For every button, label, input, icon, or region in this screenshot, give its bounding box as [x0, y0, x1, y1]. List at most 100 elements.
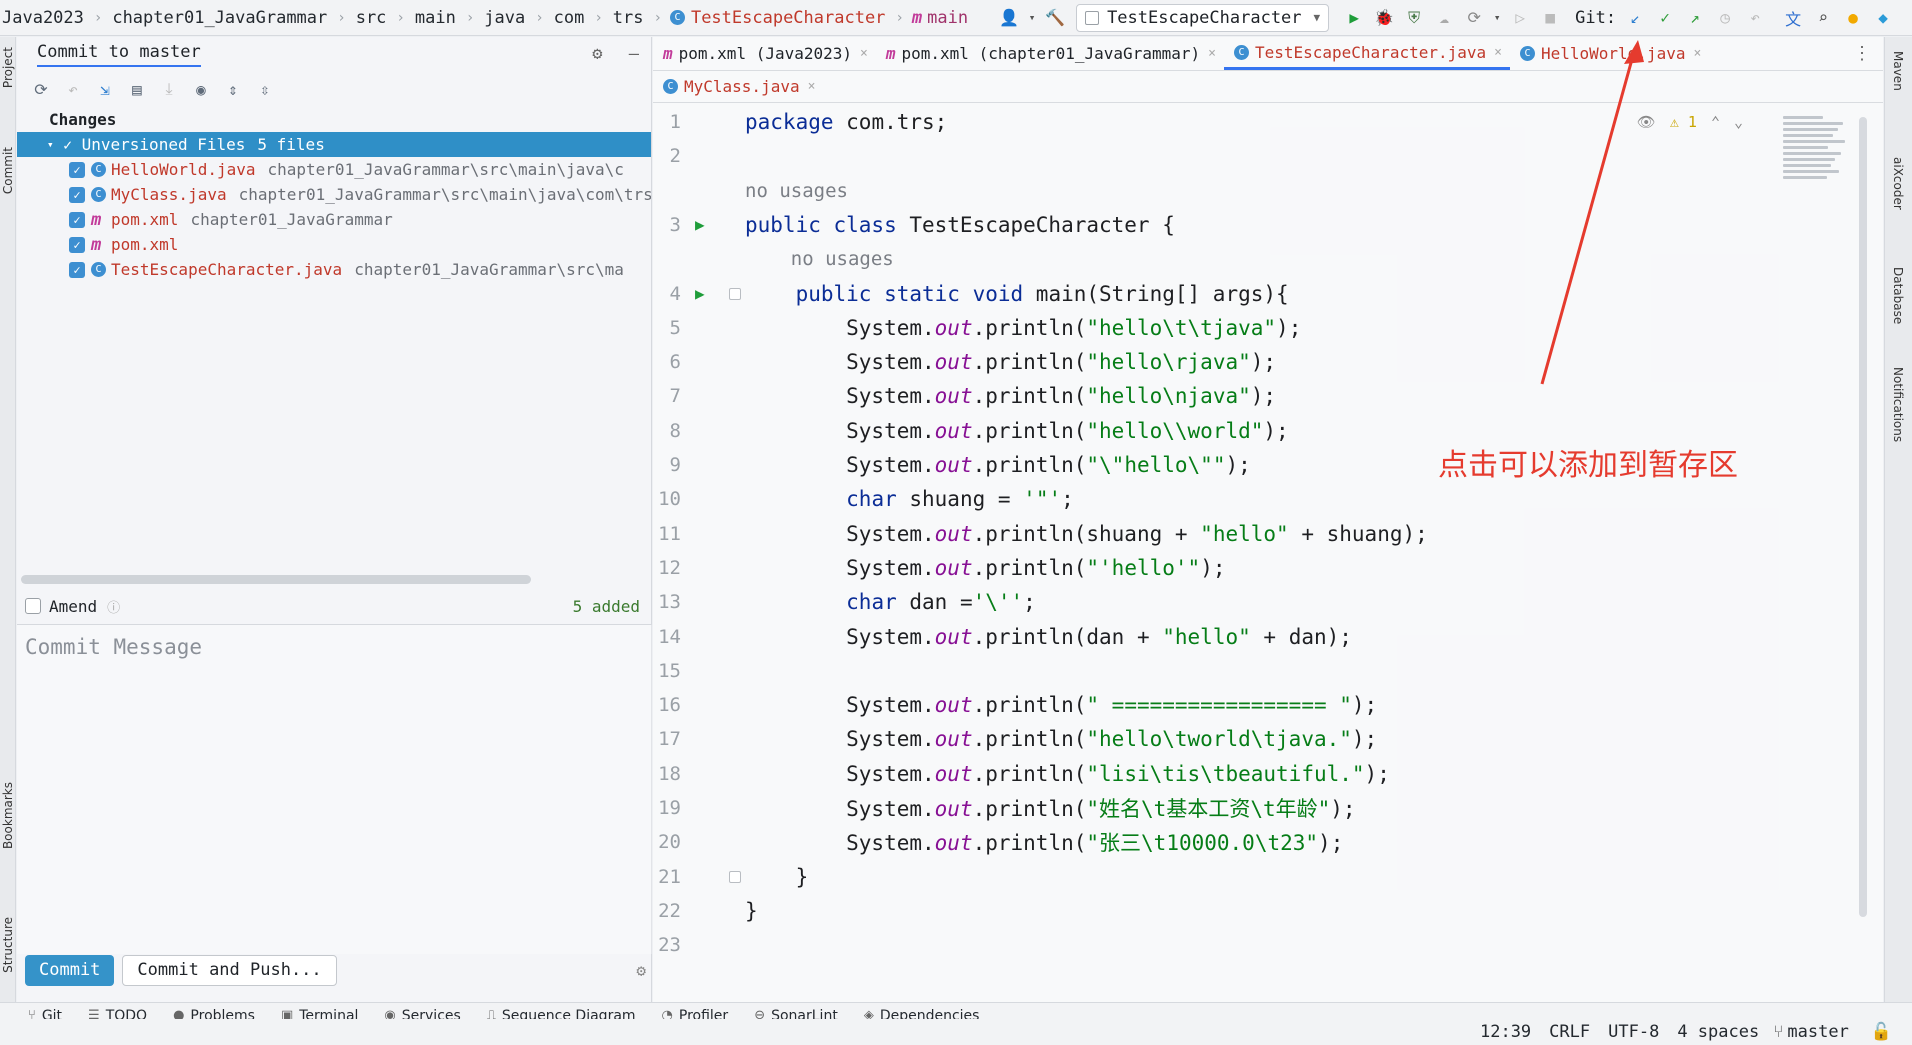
close-icon[interactable]: × — [860, 46, 868, 61]
group-checkbox[interactable]: ✓ — [60, 137, 76, 153]
fold-marker-icon[interactable] — [729, 870, 741, 883]
notifications-tool-button[interactable]: Notifications — [1891, 367, 1905, 442]
code-line[interactable]: 10 char shuang = '"'; — [653, 482, 1753, 516]
line-number[interactable]: 5 — [653, 317, 681, 339]
line-number[interactable]: 8 — [653, 420, 681, 442]
line-number[interactable]: 1 — [653, 111, 681, 133]
git-branch[interactable]: master — [1787, 1022, 1848, 1042]
amend-checkbox[interactable] — [25, 598, 41, 614]
tab-pom-chapter01[interactable]: m pom.xml (chapter01_JavaGrammar) × — [876, 37, 1224, 70]
git-update-icon[interactable]: ↙ — [1622, 5, 1648, 31]
line-number[interactable]: 23 — [653, 934, 681, 956]
debug-icon[interactable]: 🐞 — [1371, 5, 1397, 31]
build-hammer-icon[interactable]: 🔨 — [1042, 5, 1068, 31]
code-line[interactable]: 11 System.out.println(shuang + "hello" +… — [653, 517, 1753, 551]
project-tool-button[interactable]: Project — [1, 47, 15, 88]
git-push-icon[interactable]: ↗ — [1682, 5, 1708, 31]
line-number[interactable]: 20 — [653, 831, 681, 853]
unversioned-files-group[interactable]: ▾ ✓ Unversioned Files 5 files — [17, 132, 651, 157]
run-icon[interactable]: ▶ — [1341, 5, 1367, 31]
code-line[interactable]: 22} — [653, 894, 1753, 928]
more-tabs-icon[interactable]: ⋮ — [1853, 43, 1883, 64]
code-line[interactable]: 14 System.out.println(dan + "hello" + da… — [653, 620, 1753, 654]
line-number[interactable]: 16 — [653, 694, 681, 716]
breadcrumb-main[interactable]: main — [413, 8, 458, 28]
line-number[interactable]: 2 — [653, 145, 681, 167]
file-checkbox[interactable]: ✓ — [69, 261, 85, 278]
line-number[interactable]: 9 — [653, 454, 681, 476]
line-number[interactable]: 13 — [653, 591, 681, 613]
history-icon[interactable]: ◷ — [1712, 5, 1738, 31]
chevron-down-icon[interactable]: ▾ — [1026, 5, 1038, 31]
commit-tool-button[interactable]: Commit — [1, 147, 15, 194]
breadcrumb-method[interactable]: main — [925, 8, 970, 28]
refresh-icon[interactable]: ⟳ — [25, 80, 57, 99]
code-line[interactable]: 17 System.out.println("hello\tworld\tjav… — [653, 722, 1753, 756]
git-commit-icon[interactable]: ✓ — [1652, 5, 1678, 31]
close-icon[interactable]: × — [1494, 45, 1502, 60]
tab-pom-java2023[interactable]: m pom.xml (Java2023) × — [653, 37, 876, 70]
code-line[interactable]: 21 } — [653, 860, 1753, 894]
fold-marker-icon[interactable] — [729, 287, 741, 300]
settings-gear-icon[interactable]: ⚙ — [592, 44, 602, 64]
line-number[interactable]: 4 — [653, 283, 681, 305]
chevron-down-icon[interactable]: ▾ — [1491, 5, 1503, 31]
code-line[interactable]: 16 System.out.println(" ================… — [653, 688, 1753, 722]
download-icon[interactable]: ⤓ — [153, 79, 185, 99]
minimize-icon[interactable]: — — [629, 44, 639, 64]
breadcrumb-project[interactable]: Java2023 — [0, 8, 86, 28]
indent-setting[interactable]: 4 spaces — [1677, 1022, 1759, 1042]
file-encoding[interactable]: UTF-8 — [1608, 1022, 1659, 1042]
profile-icon[interactable]: ☁ — [1431, 5, 1457, 31]
more-run-icon[interactable]: ⟳ — [1461, 5, 1487, 31]
file-row-myclass[interactable]: ✓ C MyClass.java chapter01_JavaGrammar\s… — [17, 182, 651, 207]
translate-icon[interactable]: 文 — [1780, 5, 1806, 31]
breadcrumb-com[interactable]: com — [552, 8, 587, 28]
breadcrumb-src[interactable]: src — [354, 8, 389, 28]
line-number[interactable]: 19 — [653, 797, 681, 819]
stop-icon[interactable]: ■ — [1537, 5, 1563, 31]
line-number[interactable]: 6 — [653, 351, 681, 373]
code-line[interactable]: 18 System.out.println("lisi\tis\tbeautif… — [653, 757, 1753, 791]
close-icon[interactable]: × — [808, 79, 816, 94]
commit-tab-title[interactable]: Commit to master — [37, 42, 201, 67]
bookmarks-tool-button[interactable]: Bookmarks — [1, 782, 15, 849]
file-checkbox[interactable]: ✓ — [69, 186, 85, 203]
commit-button[interactable]: Commit — [25, 954, 115, 986]
search-icon[interactable]: ⌕ — [1810, 5, 1836, 31]
tab-testescapecharacter[interactable]: C TestEscapeCharacter.java × — [1223, 37, 1510, 70]
breadcrumb-file[interactable]: TestEscapeCharacter — [689, 8, 887, 28]
file-row-pom-root[interactable]: ✓ m pom.xml — [17, 232, 651, 257]
line-number[interactable]: 15 — [653, 660, 681, 682]
code-line[interactable]: 19 System.out.println("姓名\t基本工资\t年龄"); — [653, 791, 1753, 825]
line-separator[interactable]: CRLF — [1549, 1022, 1590, 1042]
coverage-icon[interactable]: ⛨ — [1401, 5, 1427, 31]
code-line[interactable]: 13 char dan ='\''; — [653, 585, 1753, 619]
line-number[interactable]: 14 — [653, 626, 681, 648]
file-row-pom-module[interactable]: ✓ m pom.xml chapter01_JavaGrammar — [17, 207, 651, 232]
run-gutter-icon[interactable]: ▶ — [695, 284, 705, 303]
line-number[interactable]: 7 — [653, 385, 681, 407]
changes-group[interactable]: Changes — [17, 107, 651, 132]
line-number[interactable]: 11 — [653, 523, 681, 545]
close-icon[interactable]: × — [1693, 46, 1701, 61]
tab-myclass[interactable]: C MyClass.java × — [653, 71, 823, 102]
rollback-icon[interactable]: ↶ — [1742, 5, 1768, 31]
aixcoder-tool-button[interactable]: aiXcoder — [1891, 157, 1905, 210]
resume-icon[interactable]: ▷ — [1507, 5, 1533, 31]
run-configuration-select[interactable]: TestEscapeCharacter ▼ — [1076, 3, 1330, 32]
line-number[interactable]: 12 — [653, 557, 681, 579]
shelve-icon[interactable]: ▤ — [121, 80, 153, 99]
code-line[interactable]: 15 — [653, 654, 1753, 688]
line-number[interactable]: 18 — [653, 763, 681, 785]
update-icon[interactable]: ● — [1840, 5, 1866, 31]
user-icon[interactable]: 👤 — [996, 5, 1022, 31]
line-number[interactable]: 22 — [653, 900, 681, 922]
view-options-icon[interactable]: ◉ — [185, 80, 217, 99]
close-icon[interactable]: × — [1208, 46, 1216, 61]
line-number[interactable]: 21 — [653, 866, 681, 888]
breadcrumb-trs[interactable]: trs — [611, 8, 646, 28]
chevron-down-icon[interactable]: ▾ — [47, 138, 54, 151]
help-icon[interactable]: ⓘ — [107, 597, 120, 616]
line-number[interactable]: 3 — [653, 214, 681, 236]
